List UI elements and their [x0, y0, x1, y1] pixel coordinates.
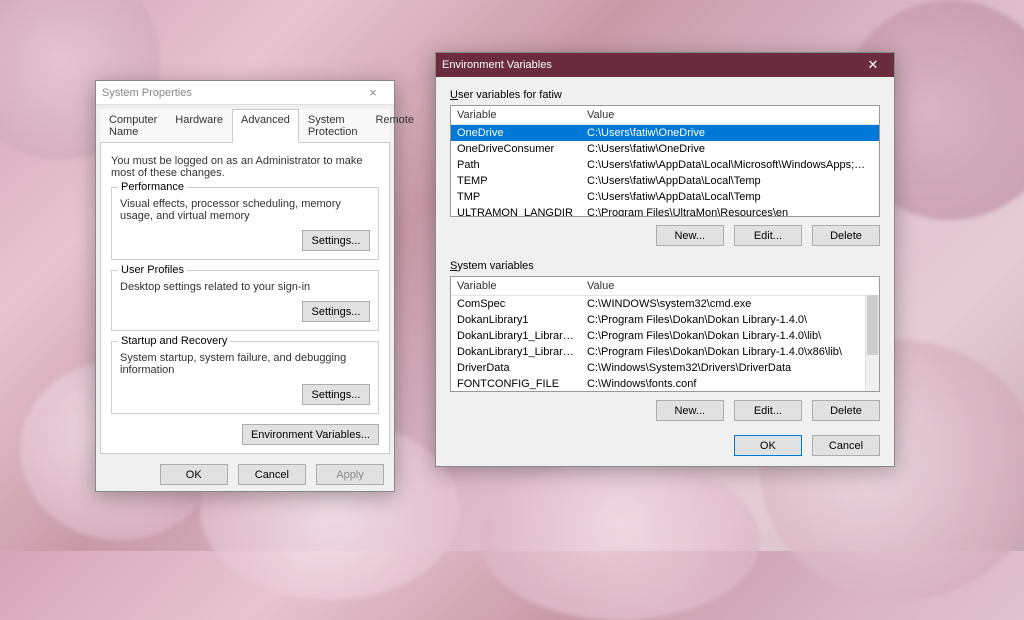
- user-profiles-title: User Profiles: [118, 264, 187, 276]
- user-delete-button[interactable]: Delete: [812, 225, 880, 246]
- table-row[interactable]: TEMPC:\Users\fatiw\AppData\Local\Temp: [451, 173, 879, 189]
- var-value: C:\Windows\System32\Drivers\DriverData: [581, 361, 879, 375]
- scrollbar[interactable]: [865, 295, 879, 391]
- user-variables-list[interactable]: Variable Value OneDriveC:\Users\fatiw\On…: [450, 105, 880, 217]
- envvar-title: Environment Variables: [442, 53, 552, 77]
- user-variables-label: User variables for fatiw: [450, 89, 880, 101]
- var-value: C:\Users\fatiw\AppData\Local\Microsoft\W…: [581, 158, 879, 172]
- sysprop-titlebar[interactable]: System Properties ×: [96, 81, 394, 105]
- var-value: C:\Program Files\Dokan\Dokan Library-1.4…: [581, 313, 879, 327]
- user-list-header[interactable]: Variable Value: [451, 106, 879, 125]
- var-name: OneDriveConsumer: [451, 142, 581, 156]
- var-value: C:\Users\fatiw\OneDrive: [581, 142, 879, 156]
- envvar-titlebar[interactable]: Environment Variables ✕: [436, 53, 894, 77]
- user-new-button[interactable]: New...: [656, 225, 724, 246]
- var-name: TMP: [451, 190, 581, 204]
- var-value: C:\Users\fatiw\OneDrive: [581, 126, 879, 140]
- tab-remote[interactable]: Remote: [366, 109, 423, 142]
- user-edit-button[interactable]: Edit...: [734, 225, 802, 246]
- var-value: C:\Users\fatiw\AppData\Local\Temp: [581, 190, 879, 204]
- close-icon[interactable]: ✕: [858, 53, 888, 77]
- user-profiles-group: User Profiles Desktop settings related t…: [111, 270, 379, 331]
- table-row[interactable]: OneDriveC:\Users\fatiw\OneDrive: [451, 125, 879, 141]
- envvar-cancel-button[interactable]: Cancel: [812, 435, 880, 456]
- tab-system-protection[interactable]: System Protection: [299, 109, 367, 142]
- performance-title: Performance: [118, 181, 187, 193]
- var-name: DokanLibrary1: [451, 313, 581, 327]
- table-row[interactable]: DokanLibrary1_LibraryPath_...C:\Program …: [451, 328, 879, 344]
- startup-recovery-title: Startup and Recovery: [118, 335, 230, 347]
- table-row[interactable]: PathC:\Users\fatiw\AppData\Local\Microso…: [451, 157, 879, 173]
- user-profiles-desc: Desktop settings related to your sign-in: [120, 281, 370, 293]
- environment-variables-window: Environment Variables ✕ User variables f…: [435, 52, 895, 467]
- col-variable[interactable]: Variable: [451, 277, 581, 295]
- tab-computer-name[interactable]: Computer Name: [100, 109, 166, 142]
- system-variables-list[interactable]: Variable Value ComSpecC:\WINDOWS\system3…: [450, 276, 880, 392]
- col-value[interactable]: Value: [581, 106, 879, 124]
- close-icon[interactable]: ×: [358, 81, 388, 105]
- user-profiles-settings-button[interactable]: Settings...: [302, 301, 370, 322]
- var-name: DriverData: [451, 361, 581, 375]
- scrollbar-thumb[interactable]: [867, 295, 878, 355]
- table-row[interactable]: TMPC:\Users\fatiw\AppData\Local\Temp: [451, 189, 879, 205]
- sys-delete-button[interactable]: Delete: [812, 400, 880, 421]
- table-row[interactable]: DriverDataC:\Windows\System32\Drivers\Dr…: [451, 360, 879, 376]
- envvar-body: User variables for fatiw Variable Value …: [436, 77, 894, 466]
- tab-advanced[interactable]: Advanced: [232, 109, 299, 143]
- var-name: DokanLibrary1_LibraryPath_...: [451, 345, 581, 359]
- table-row[interactable]: DokanLibrary1_LibraryPath_...C:\Program …: [451, 344, 879, 360]
- performance-group: Performance Visual effects, processor sc…: [111, 187, 379, 260]
- var-value: C:\Program Files\Dokan\Dokan Library-1.4…: [581, 345, 879, 359]
- sysprop-content: You must be logged on as an Administrato…: [100, 143, 390, 454]
- system-properties-window: System Properties × Computer Name Hardwa…: [95, 80, 395, 492]
- cancel-button[interactable]: Cancel: [238, 464, 306, 485]
- tab-hardware[interactable]: Hardware: [166, 109, 232, 142]
- performance-desc: Visual effects, processor scheduling, me…: [120, 198, 370, 222]
- environment-variables-button[interactable]: Environment Variables...: [242, 424, 379, 445]
- startup-recovery-desc: System startup, system failure, and debu…: [120, 352, 370, 376]
- sys-new-button[interactable]: New...: [656, 400, 724, 421]
- admin-note: You must be logged on as an Administrato…: [111, 155, 379, 179]
- apply-button[interactable]: Apply: [316, 464, 384, 485]
- var-name: OneDrive: [451, 126, 581, 140]
- table-row[interactable]: OneDriveConsumerC:\Users\fatiw\OneDrive: [451, 141, 879, 157]
- envvar-ok-button[interactable]: OK: [734, 435, 802, 456]
- var-name: DokanLibrary1_LibraryPath_...: [451, 329, 581, 343]
- col-variable[interactable]: Variable: [451, 106, 581, 124]
- var-value: C:\Program Files\UltraMon\Resources\en: [581, 206, 879, 217]
- ok-button[interactable]: OK: [160, 464, 228, 485]
- sysprop-title: System Properties: [102, 81, 192, 105]
- var-name: Path: [451, 158, 581, 172]
- sys-edit-button[interactable]: Edit...: [734, 400, 802, 421]
- sysprop-footer: OK Cancel Apply: [96, 458, 394, 491]
- sysprop-tabs: Computer Name Hardware Advanced System P…: [100, 109, 390, 143]
- var-value: C:\Users\fatiw\AppData\Local\Temp: [581, 174, 879, 188]
- startup-settings-button[interactable]: Settings...: [302, 384, 370, 405]
- var-name: ComSpec: [451, 297, 581, 311]
- system-variables-label: System variables: [450, 260, 880, 272]
- var-value: C:\Windows\fonts.conf: [581, 377, 879, 391]
- table-row[interactable]: ULTRAMON_LANGDIRC:\Program Files\UltraMo…: [451, 205, 879, 217]
- var-value: C:\Program Files\Dokan\Dokan Library-1.4…: [581, 329, 879, 343]
- var-name: TEMP: [451, 174, 581, 188]
- table-row[interactable]: ComSpecC:\WINDOWS\system32\cmd.exe: [451, 296, 879, 312]
- table-row[interactable]: FONTCONFIG_FILEC:\Windows\fonts.conf: [451, 376, 879, 392]
- var-name: ULTRAMON_LANGDIR: [451, 206, 581, 217]
- var-value: C:\WINDOWS\system32\cmd.exe: [581, 297, 879, 311]
- var-name: FONTCONFIG_FILE: [451, 377, 581, 391]
- startup-recovery-group: Startup and Recovery System startup, sys…: [111, 341, 379, 414]
- sys-list-header[interactable]: Variable Value: [451, 277, 879, 296]
- table-row[interactable]: DokanLibrary1C:\Program Files\Dokan\Doka…: [451, 312, 879, 328]
- performance-settings-button[interactable]: Settings...: [302, 230, 370, 251]
- col-value[interactable]: Value: [581, 277, 879, 295]
